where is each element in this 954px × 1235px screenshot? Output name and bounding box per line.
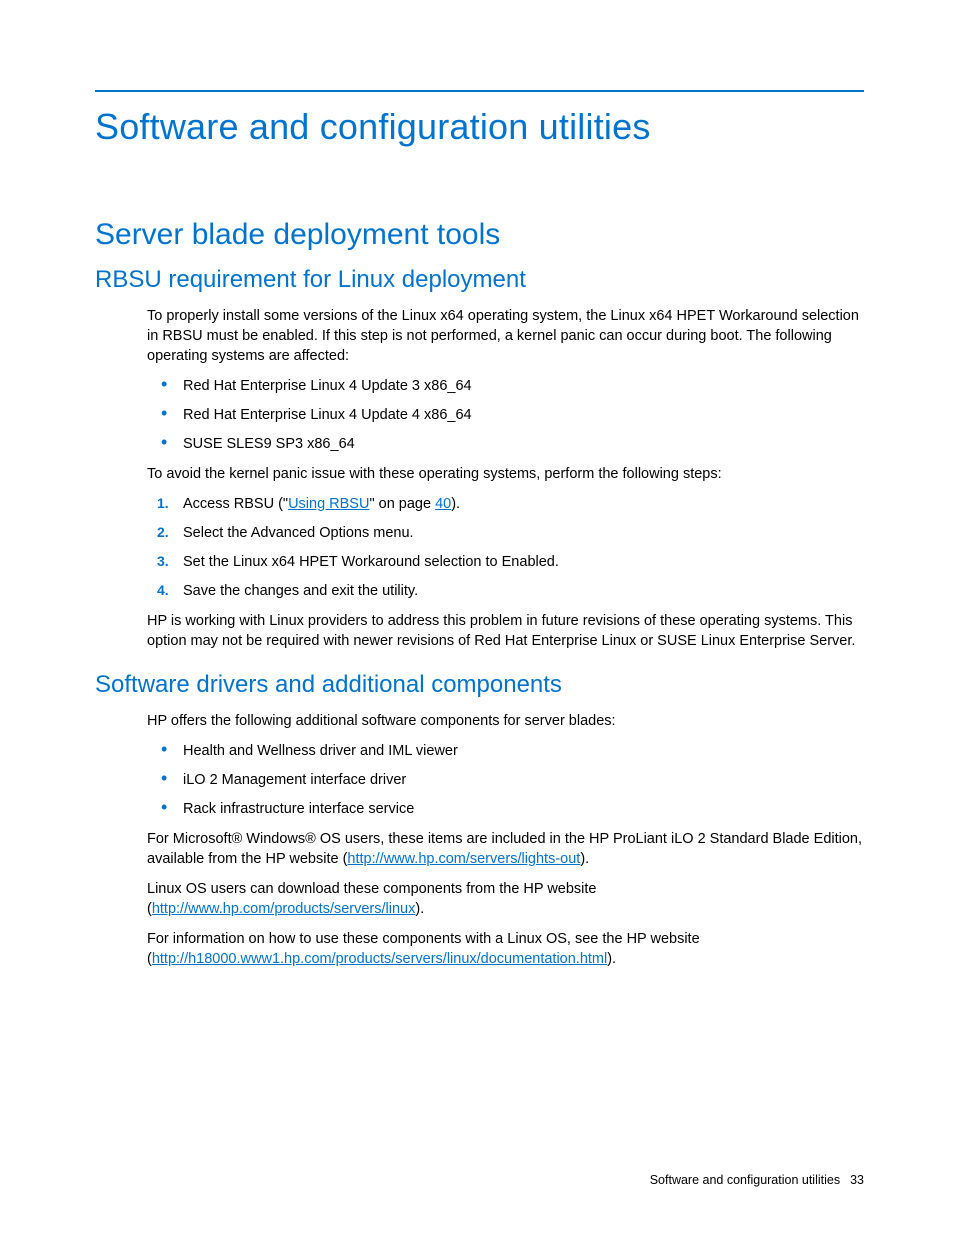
subsection-heading-rbsu: RBSU requirement for Linux deployment (95, 266, 864, 294)
text: ). (607, 951, 616, 967)
paragraph: HP offers the following additional softw… (147, 711, 864, 731)
page-title: Software and configuration utilities (95, 106, 864, 148)
top-rule (95, 90, 864, 92)
paragraph: For information on how to use these comp… (147, 929, 864, 969)
list-item: SUSE SLES9 SP3 x86_64 (147, 434, 864, 454)
os-list: Red Hat Enterprise Linux 4 Update 3 x86_… (147, 376, 864, 454)
hp-lights-out-link[interactable]: http://www.hp.com/servers/lights-out (347, 851, 580, 867)
list-item: Set the Linux x64 HPET Workaround select… (147, 552, 864, 572)
step-text: Access RBSU (" (183, 496, 288, 512)
subsection-heading-drivers: Software drivers and additional componen… (95, 671, 864, 699)
paragraph: HP is working with Linux providers to ad… (147, 611, 864, 651)
step-text: ). (451, 496, 460, 512)
body-content-drivers: HP offers the following additional softw… (147, 711, 864, 969)
text: ). (580, 851, 589, 867)
list-item: Save the changes and exit the utility. (147, 581, 864, 601)
body-content-rbsu: To properly install some versions of the… (147, 306, 864, 651)
list-item: Rack infrastructure interface service (147, 799, 864, 819)
list-item: Health and Wellness driver and IML viewe… (147, 741, 864, 761)
page-number: 33 (850, 1173, 864, 1187)
section-software-drivers: Software drivers and additional componen… (95, 671, 864, 969)
text: ). (415, 901, 424, 917)
section-heading-deployment-tools: Server blade deployment tools (95, 218, 864, 252)
steps-list: Access RBSU ("Using RBSU" on page 40). S… (147, 494, 864, 601)
list-item: Red Hat Enterprise Linux 4 Update 3 x86_… (147, 376, 864, 396)
page-footer: Software and configuration utilities 33 (650, 1173, 864, 1187)
components-list: Health and Wellness driver and IML viewe… (147, 741, 864, 819)
document-page: Software and configuration utilities Ser… (0, 0, 954, 1235)
step-text: " on page (369, 496, 435, 512)
paragraph: For Microsoft® Windows® OS users, these … (147, 829, 864, 869)
paragraph: To avoid the kernel panic issue with the… (147, 464, 864, 484)
list-item: Access RBSU ("Using RBSU" on page 40). (147, 494, 864, 514)
list-item: Select the Advanced Options menu. (147, 523, 864, 543)
hp-linux-docs-link[interactable]: http://h18000.www1.hp.com/products/serve… (152, 951, 607, 967)
hp-linux-link[interactable]: http://www.hp.com/products/servers/linux (152, 901, 416, 917)
footer-label: Software and configuration utilities (650, 1173, 840, 1187)
list-item: iLO 2 Management interface driver (147, 770, 864, 790)
paragraph: To properly install some versions of the… (147, 306, 864, 366)
page-ref-link[interactable]: 40 (435, 496, 451, 512)
using-rbsu-link[interactable]: Using RBSU (288, 496, 369, 512)
list-item: Red Hat Enterprise Linux 4 Update 4 x86_… (147, 405, 864, 425)
paragraph: Linux OS users can download these compon… (147, 879, 864, 919)
